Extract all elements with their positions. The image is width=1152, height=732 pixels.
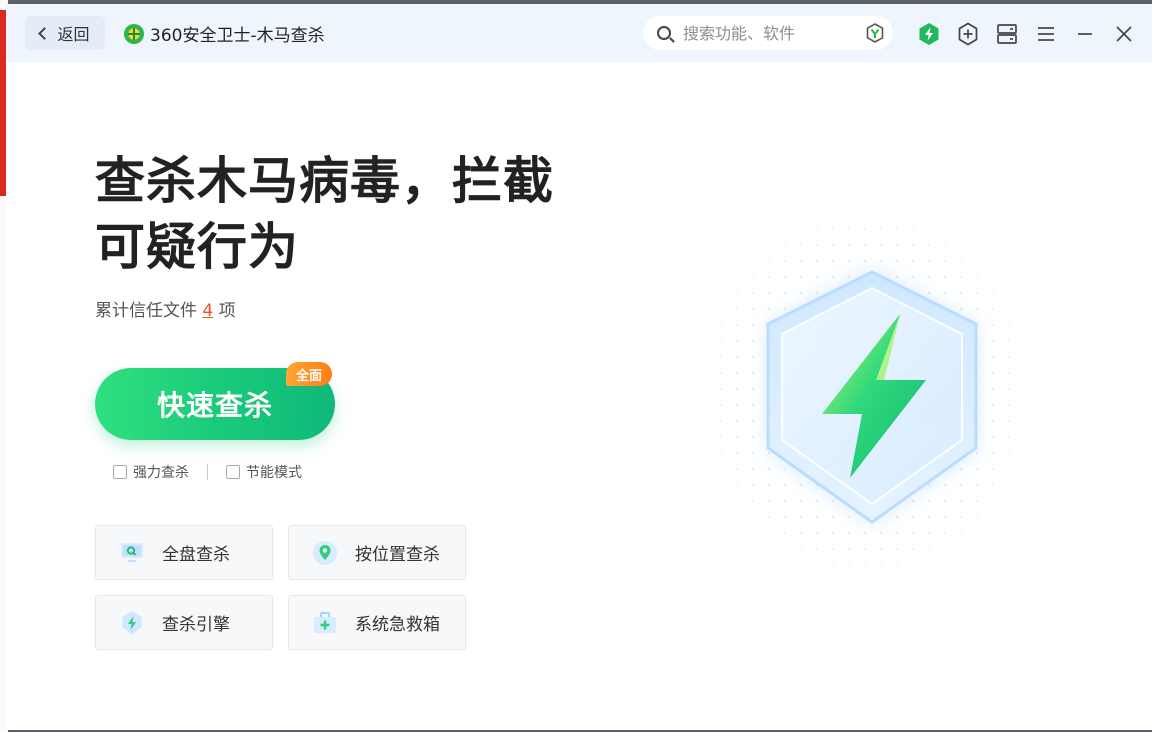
scan-engine-tile[interactable]: 查杀引擎 <box>95 595 273 650</box>
power-saving-label: 节能模式 <box>246 465 302 481</box>
trusted-files-summary: 累计信任文件 4 项 <box>95 296 236 321</box>
strong-scan-label: 强力查杀 <box>133 465 189 481</box>
strong-scan-option[interactable]: 强力查杀 <box>113 462 189 482</box>
app-title-text: 360安全卫士-木马查杀 <box>150 26 325 46</box>
scan-engine-label: 查杀引擎 <box>162 615 230 635</box>
trojan-scan-window: 返回 360安全卫士-木马查杀 搜索功能、软件 查杀木马病毒，拦截 可疑行为 累… <box>6 4 1152 730</box>
minimize-icon[interactable] <box>1072 21 1097 46</box>
lightning-shield-icon <box>118 609 146 637</box>
page-headline: 查杀木马病毒，拦截 可疑行为 <box>95 148 554 280</box>
monitor-search-icon <box>118 539 146 567</box>
system-rescue-kit-tile[interactable]: 系统急救箱 <box>288 595 466 650</box>
power-saving-option[interactable]: 节能模式 <box>226 462 302 482</box>
scan-options: 强力查杀 节能模式 <box>113 462 302 482</box>
add-shield-icon[interactable] <box>955 21 980 46</box>
back-button-label: 返回 <box>57 25 90 44</box>
location-scan-label: 按位置查杀 <box>355 545 440 565</box>
search-input[interactable] <box>683 23 853 43</box>
360-logo-icon <box>124 23 144 44</box>
power-saving-checkbox[interactable] <box>226 465 240 479</box>
verified-shield-icon[interactable] <box>865 23 885 43</box>
search-box[interactable] <box>643 16 893 50</box>
chevron-left-icon <box>38 27 52 40</box>
options-divider <box>207 464 208 480</box>
close-icon[interactable] <box>1111 21 1136 46</box>
trusted-files-prefix: 累计信任文件 <box>95 301 197 321</box>
trusted-files-count[interactable]: 4 <box>202 301 213 321</box>
system-rescue-kit-label: 系统急救箱 <box>355 615 440 635</box>
strong-scan-checkbox[interactable] <box>113 465 127 479</box>
shield-lightning-illustration <box>686 194 1046 594</box>
server-icon[interactable] <box>994 21 1019 46</box>
location-scan-tile[interactable]: 按位置查杀 <box>288 525 466 580</box>
scan-tools-grid: 全盘查杀 按位置查杀 查杀引擎 系统急救箱 <box>95 525 466 650</box>
full-disk-scan-tile[interactable]: 全盘查杀 <box>95 525 273 580</box>
title-bar: 返回 360安全卫士-木马查杀 <box>6 4 1152 62</box>
search-icon <box>657 26 671 40</box>
full-disk-scan-label: 全盘查杀 <box>162 545 230 565</box>
full-scan-badge: 全面 <box>286 362 333 386</box>
first-aid-kit-icon <box>311 609 339 637</box>
security-badge-icon[interactable] <box>916 21 941 46</box>
title-bar-actions <box>916 21 1136 46</box>
location-pin-icon <box>311 539 339 567</box>
headline-line-1: 查杀木马病毒，拦截 <box>95 152 554 210</box>
headline-line-2: 可疑行为 <box>95 218 299 276</box>
trusted-files-suffix: 项 <box>218 301 236 321</box>
app-title: 360安全卫士-木马查杀 <box>124 21 325 46</box>
back-button[interactable]: 返回 <box>25 16 105 50</box>
menu-icon[interactable] <box>1033 21 1058 46</box>
